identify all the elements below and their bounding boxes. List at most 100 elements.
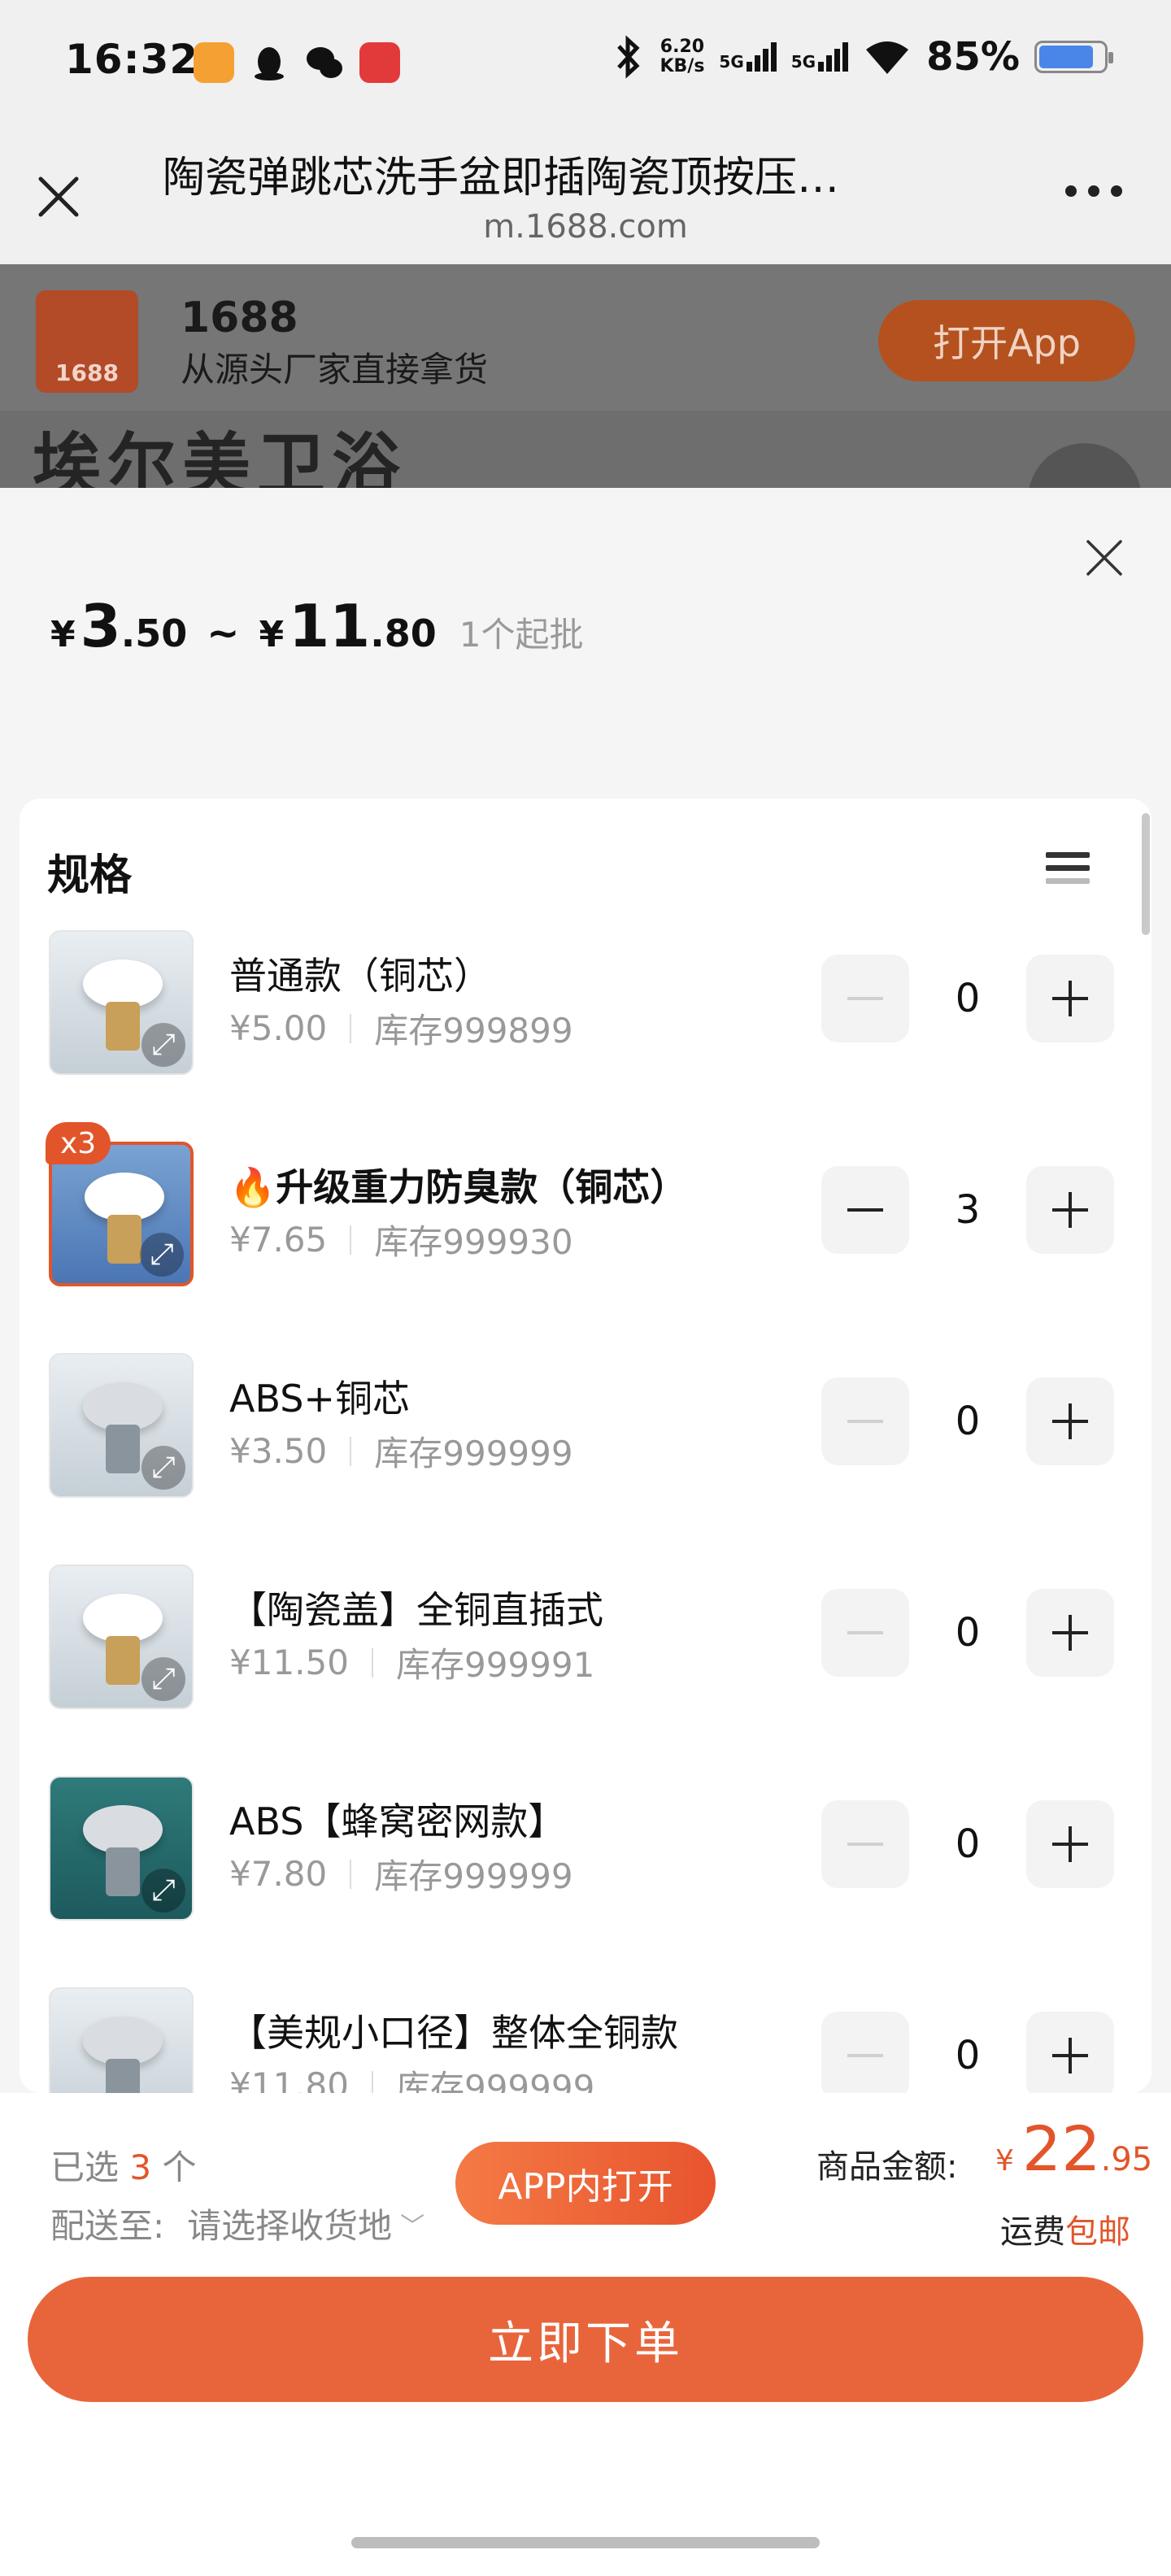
bluetooth-icon — [617, 35, 641, 79]
home-indicator[interactable] — [351, 2537, 820, 2548]
increase-button[interactable] — [1026, 1800, 1114, 1888]
page-title: 陶瓷弹跳芯洗手盆即插陶瓷顶按压… — [163, 154, 840, 202]
status-bar: 16:32 6.20 KB/s 5G 5G 85% — [0, 0, 1171, 130]
cart-icon[interactable] — [1028, 443, 1142, 488]
open-app-button[interactable]: 打开App — [878, 300, 1135, 381]
spec-item[interactable]: 普通款（铜芯） ¥5.00 库存999899 0 — [49, 930, 1122, 1080]
quantity-value[interactable]: 0 — [909, 1589, 1026, 1677]
banner-slogan: 从源头厂家直接拿货 — [181, 350, 489, 389]
product-thumbnail[interactable] — [49, 1564, 194, 1709]
quantity-stepper: 0 — [821, 2012, 1114, 2093]
spec-stock: 库存999930 — [374, 1222, 573, 1262]
total-label: 商品金额: — [816, 2148, 958, 2186]
quantity-value[interactable]: 0 — [909, 955, 1026, 1042]
spec-price: ¥7.65 — [229, 1220, 328, 1260]
expand-icon[interactable] — [141, 1023, 185, 1067]
selected-count: 已选 3 个 — [50, 2147, 197, 2187]
page-url: m.1688.com — [483, 208, 688, 246]
increase-button[interactable] — [1026, 2012, 1114, 2093]
status-time: 16:32 — [65, 36, 199, 83]
spec-price: ¥7.80 — [229, 1854, 328, 1894]
browser-header: 陶瓷弹跳芯洗手盆即插陶瓷顶按压… m.1688.com — [0, 130, 1171, 264]
total-amount: ¥ 22 .95 — [995, 2113, 1153, 2185]
shipping-address-selector[interactable]: 配送至: 请选择收货地 ﹀ — [50, 2199, 424, 2248]
spec-name: 【陶瓷盖】全铜直插式 — [229, 1588, 603, 1632]
expand-icon[interactable] — [141, 1657, 185, 1701]
spec-price: ¥11.50 — [229, 1643, 349, 1682]
expand-icon[interactable] — [140, 1233, 184, 1277]
spec-name: ABS+铜芯 — [229, 1377, 410, 1421]
status-indicators: 6.20 KB/s 5G 5G 85% — [612, 34, 1113, 80]
more-options-icon[interactable] — [1065, 185, 1122, 197]
qq-icon — [255, 47, 284, 80]
spec-name: 普通款（铜芯） — [229, 954, 491, 998]
open-in-app-button[interactable]: APP内打开 — [455, 2142, 716, 2225]
spec-item[interactable]: ABS+铜芯 ¥3.50 库存999999 0 — [49, 1353, 1122, 1503]
wifi-icon — [866, 41, 909, 74]
spec-name: ABS【蜂窝密网款】 — [229, 1799, 566, 1843]
decrease-button[interactable] — [821, 1377, 909, 1465]
network-speed: 6.20 KB/s — [660, 37, 705, 76]
spec-stock: 库存999991 — [395, 1645, 595, 1685]
increase-button[interactable] — [1026, 1589, 1114, 1677]
quantity-value[interactable]: 3 — [909, 1166, 1026, 1254]
battery-percent: 85% — [926, 34, 1020, 80]
shop-name: 埃尔美卫浴 — [33, 425, 407, 488]
product-thumbnail[interactable] — [49, 1987, 194, 2093]
price-range: ¥ 3 .50 ~ ¥ 11 .80 1个起批 — [50, 592, 584, 660]
quantity-value[interactable]: 0 — [909, 1800, 1026, 1888]
decrease-button[interactable] — [821, 955, 909, 1042]
battery-icon — [1034, 41, 1113, 73]
spec-name: 【美规小口径】整体全铜款 — [229, 2011, 678, 2055]
background-page-overlay: 1688 1688 从源头厂家直接拿货 打开App 埃尔美卫浴 — [0, 264, 1171, 488]
quantity-stepper: 0 — [821, 1377, 1114, 1465]
quantity-value[interactable]: 0 — [909, 1377, 1026, 1465]
banner-brand: 1688 — [181, 294, 298, 342]
scrollbar[interactable] — [1142, 813, 1150, 935]
shopping-app-icon — [359, 42, 400, 83]
shipping-fee: 运费包邮 — [1000, 2213, 1130, 2251]
fire-icon: 🔥 — [229, 1165, 276, 1209]
quantity-stepper: 0 — [821, 955, 1114, 1042]
quantity-stepper: 3 — [821, 1166, 1114, 1254]
quantity-stepper: 0 — [821, 1589, 1114, 1677]
expand-icon[interactable] — [141, 1869, 185, 1912]
increase-button[interactable] — [1026, 1166, 1114, 1254]
spec-stock: 库存999999 — [374, 1856, 573, 1896]
decrease-button[interactable] — [821, 1800, 909, 1888]
decrease-button[interactable] — [821, 1589, 909, 1677]
checkout-bar: 已选 3 个 配送至: 请选择收货地 ﹀ APP内打开 商品金额: ¥ 22 .… — [0, 2093, 1171, 2576]
spec-stock: 库存999899 — [374, 1011, 573, 1051]
decrease-button[interactable] — [821, 1166, 909, 1254]
sheet-close-icon[interactable] — [1083, 537, 1125, 579]
chevron-down-icon: ﹀ — [400, 2212, 425, 2241]
expand-icon[interactable] — [141, 1446, 185, 1490]
decrease-button[interactable] — [821, 2012, 909, 2093]
list-view-icon[interactable] — [1046, 852, 1090, 891]
app-download-banner: 1688 1688 从源头厂家直接拿货 打开App — [0, 264, 1171, 411]
spec-stock: 库存999999 — [395, 2068, 595, 2093]
app-notification-icon — [194, 42, 234, 83]
status-notification-icons — [194, 42, 400, 83]
product-thumbnail[interactable] — [49, 1776, 194, 1921]
product-thumbnail[interactable] — [49, 930, 194, 1075]
1688-logo: 1688 — [36, 290, 138, 393]
spec-stock: 库存999999 — [374, 1434, 573, 1473]
min-order: 1个起批 — [459, 615, 584, 655]
spec-title: 规格 — [47, 851, 133, 900]
spec-name: 🔥升级重力防臭款（铜芯） — [229, 1165, 688, 1209]
place-order-button[interactable]: 立即下单 — [28, 2277, 1143, 2402]
quantity-value[interactable]: 0 — [909, 2012, 1026, 2093]
spec-item[interactable]: 【陶瓷盖】全铜直插式 ¥11.50 库存999991 0 — [49, 1564, 1122, 1714]
spec-price: ¥5.00 — [229, 1008, 328, 1048]
spec-item-selected[interactable]: x3 🔥升级重力防臭款（铜芯） ¥7.65 库存999930 3 — [46, 1122, 1122, 1291]
spec-item[interactable]: ABS【蜂窝密网款】 ¥7.80 库存999999 0 — [49, 1776, 1122, 1925]
signal-icon: 5G — [719, 42, 777, 72]
spec-price: ¥3.50 — [229, 1431, 328, 1471]
spec-card: 规格 普通款（铜芯） ¥5.00 库存999899 0 x3 🔥升级重力防臭款（铜… — [20, 798, 1151, 2093]
increase-button[interactable] — [1026, 1377, 1114, 1465]
quantity-stepper: 0 — [821, 1800, 1114, 1888]
spec-item[interactable]: 【美规小口径】整体全铜款 ¥11.80 库存999999 0 — [49, 1987, 1122, 2093]
product-thumbnail[interactable] — [49, 1353, 194, 1498]
increase-button[interactable] — [1026, 955, 1114, 1042]
